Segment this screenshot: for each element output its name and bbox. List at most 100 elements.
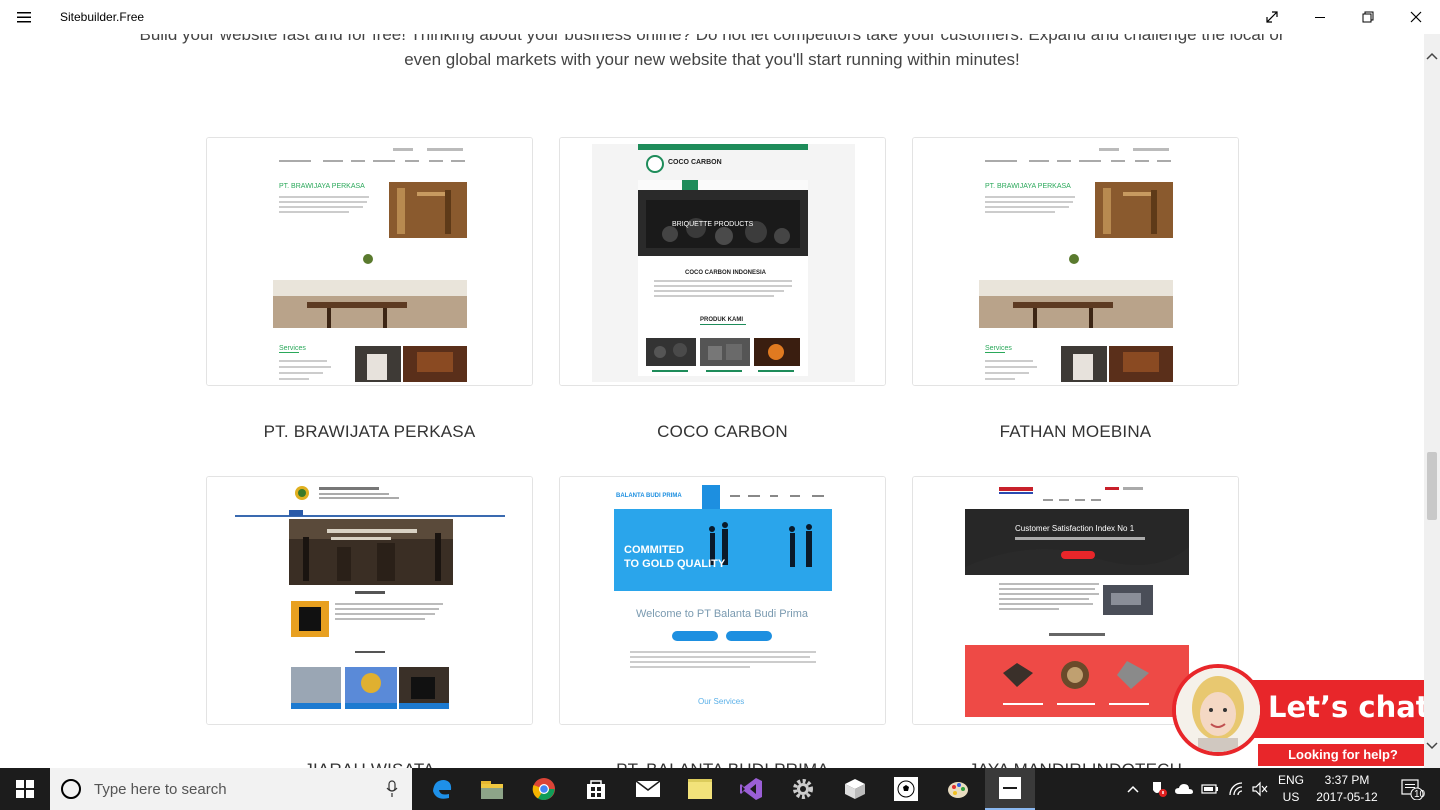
windows-logo-icon — [16, 780, 34, 798]
clock-date: 2017-05-12 — [1316, 790, 1378, 804]
restore-button[interactable] — [1344, 0, 1392, 34]
taskbar-visual-studio[interactable] — [726, 768, 776, 810]
shield-alert-icon — [1153, 782, 1167, 797]
agent-photo — [1176, 668, 1260, 752]
show-hidden-icons-button[interactable] — [1124, 768, 1142, 810]
tray-clock[interactable]: 3:37 PM 2017-05-12 — [1310, 768, 1384, 810]
vertical-scrollbar[interactable] — [1424, 34, 1440, 768]
tray-volume[interactable] — [1248, 768, 1272, 810]
preview-banner: Customer Satisfaction Index No 1 — [1015, 524, 1135, 533]
taskbar-soccer-game[interactable] — [881, 768, 931, 810]
minimize-icon — [1315, 17, 1325, 18]
taskbar-store[interactable] — [571, 768, 621, 810]
template-card-balanta-budi-prima[interactable]: BALANTA BUDI PRIMA COMMITED TO GOLD QUAL… — [559, 476, 886, 725]
sticky-notes-icon — [688, 779, 712, 799]
restore-icon — [1362, 11, 1374, 23]
template-preview-jiarah-wisata — [207, 477, 532, 724]
template-preview-brawijata: PT. BRAWIJAYA PERKASA Services — [207, 138, 532, 385]
preview-welcome: Welcome to PT Balanta Budi Prima — [636, 608, 809, 620]
preview-heading: COCO CARBON INDONESIA — [685, 270, 767, 276]
taskbar-edge[interactable] — [417, 768, 467, 810]
preview-heading: PT. BRAWIJAYA PERKASA — [279, 183, 365, 190]
tray-language[interactable]: ENG US — [1274, 768, 1308, 810]
close-icon — [1410, 11, 1422, 23]
taskbar-paint[interactable] — [933, 768, 983, 810]
intro-line-2: even global markets with your new websit… — [404, 50, 1020, 69]
template-card-brawijata[interactable]: PT. BRAWIJAYA PERKASA Services — [206, 137, 533, 386]
notification-count: 10 — [1414, 789, 1426, 800]
chat-title[interactable]: Let’s chat — [1268, 690, 1424, 724]
template-name[interactable]: PT. BRAWIJATA PERKASA — [206, 422, 533, 442]
chat-subtitle[interactable]: Looking for help? — [1258, 744, 1424, 766]
chat-agent-avatar[interactable] — [1172, 664, 1264, 756]
template-name[interactable]: PT. BALANTA BUDI PRIMA — [559, 760, 886, 768]
chevron-up-icon — [1127, 785, 1139, 793]
sitebuilder-app-icon — [999, 777, 1021, 799]
windows-taskbar: Type here to search ENG US 3:37 PM 2017-… — [0, 768, 1440, 810]
scroll-thumb[interactable] — [1427, 452, 1437, 520]
template-name[interactable]: COCO CARBON — [559, 422, 886, 442]
taskbar-search-box[interactable]: Type here to search — [50, 768, 412, 810]
region-code: US — [1282, 790, 1300, 804]
store-icon — [587, 780, 605, 799]
template-preview-balanta: BALANTA BUDI PRIMA COMMITED TO GOLD QUAL… — [560, 477, 885, 724]
cortana-icon — [61, 779, 81, 799]
taskbar-sitebuilder-active[interactable] — [985, 768, 1035, 810]
template-card-coco-carbon[interactable]: COCO CARBON BRIQUETTE PRODUCTS COCO CARB… — [559, 137, 886, 386]
main-content: Build your website fast and for free! Th… — [0, 0, 1424, 768]
start-button[interactable] — [0, 768, 50, 810]
box-3d-icon — [845, 779, 865, 799]
expand-icon — [1266, 11, 1278, 23]
template-preview-coco-carbon: COCO CARBON BRIQUETTE PRODUCTS COCO CARB… — [560, 138, 885, 385]
scroll-down-button[interactable] — [1424, 736, 1440, 756]
taskbar-settings[interactable] — [778, 768, 828, 810]
hamburger-menu-button[interactable] — [0, 0, 48, 34]
taskbar-sticky-notes[interactable] — [675, 768, 725, 810]
mail-icon — [635, 780, 661, 797]
edge-icon — [433, 780, 452, 799]
chevron-down-icon — [1426, 742, 1438, 750]
template-name[interactable]: JIARAH WISATA — [206, 760, 533, 768]
preview-banner-line1: COMMITED — [624, 544, 684, 556]
preview-services: Services — [279, 345, 306, 352]
app-window: Build your website fast and for free! Th… — [0, 0, 1440, 810]
wifi-icon — [1229, 782, 1243, 796]
volume-muted-icon — [1252, 781, 1268, 797]
window-title: Sitebuilder.Free — [60, 10, 145, 24]
preview-services: Services — [985, 345, 1012, 352]
taskbar-3d-builder[interactable] — [830, 768, 880, 810]
minimize-button[interactable] — [1296, 0, 1344, 34]
preview-heading: PT. BRAWIJAYA PERKASA — [985, 183, 1071, 190]
preview-logo: COCO CARBON — [668, 159, 722, 166]
visual-studio-icon — [740, 778, 762, 800]
taskbar-chrome[interactable] — [519, 768, 569, 810]
live-chat-widget[interactable]: Let’s chat Looking for help? — [1172, 664, 1424, 768]
tray-wifi[interactable] — [1224, 768, 1248, 810]
clock-time: 3:37 PM — [1324, 773, 1370, 787]
gear-icon — [793, 779, 813, 799]
search-placeholder[interactable]: Type here to search — [94, 781, 227, 798]
window-titlebar: Sitebuilder.Free — [0, 0, 1440, 34]
folder-icon — [481, 781, 503, 799]
template-card-jiarah-wisata[interactable] — [206, 476, 533, 725]
tray-onedrive[interactable] — [1172, 768, 1196, 810]
scroll-up-button[interactable] — [1424, 46, 1440, 66]
tray-battery[interactable] — [1198, 768, 1222, 810]
tray-security[interactable] — [1146, 768, 1172, 810]
hamburger-icon — [17, 12, 31, 23]
fullscreen-button[interactable] — [1248, 0, 1296, 34]
taskbar-mail[interactable] — [623, 768, 673, 810]
soccer-ball-icon — [894, 777, 918, 801]
battery-icon — [1201, 784, 1218, 794]
microphone-icon[interactable] — [386, 780, 398, 798]
window-controls — [1248, 0, 1440, 34]
template-card-fathan-moebina[interactable]: PT. BRAWIJAYA PERKASA Services — [912, 137, 1239, 386]
close-button[interactable] — [1392, 0, 1440, 34]
paint-palette-icon — [948, 782, 968, 798]
preview-logo: BALANTA BUDI PRIMA — [616, 493, 682, 499]
cloud-icon — [1175, 784, 1193, 794]
action-center-button[interactable]: 10 — [1390, 768, 1434, 810]
preview-services: Our Services — [698, 697, 744, 706]
template-name[interactable]: FATHAN MOEBINA — [912, 422, 1239, 442]
taskbar-file-explorer[interactable] — [467, 768, 517, 810]
